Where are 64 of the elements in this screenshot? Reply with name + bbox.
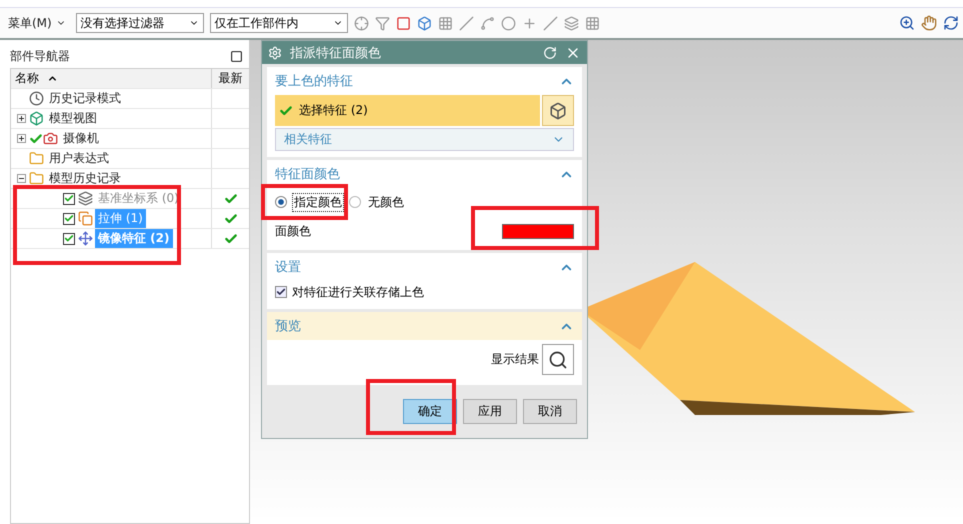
tree-item[interactable]: 用户表达式 [46,149,112,168]
tree-item[interactable]: 摄像机 [60,129,102,148]
folder-icon [29,151,44,166]
show-result-label: 显示结果 [491,351,539,368]
tree-item[interactable]: 模型历史记录 [46,169,124,188]
checkbox-label: 对特征进行关联存储上色 [292,284,424,300]
feature-select-button[interactable] [542,95,574,126]
toolbar-icon[interactable] [564,16,579,30]
plus-box-icon[interactable] [17,134,26,143]
minus-box-icon[interactable] [17,174,26,183]
camera-icon [43,131,58,146]
dialog-button[interactable]: 应用 [463,399,517,424]
dialog-title: 指派特征面颜色 [290,44,382,62]
cube-icon [549,102,567,120]
toolbar-icon[interactable] [584,16,600,30]
section-title: 设置 [275,259,301,276]
settings-icon[interactable] [268,46,282,60]
toolbar-icon[interactable] [354,16,369,30]
related-features-toggle[interactable]: 相关特征 [275,128,574,151]
radio-button[interactable] [275,196,287,208]
selection-bar[interactable]: 选择特征 (2) [275,95,540,126]
tree-item[interactable]: 历史记录模式 [46,89,124,108]
toolbar-icon[interactable] [500,16,516,30]
folder-icon [29,171,44,186]
checkbox[interactable] [63,192,75,204]
hand-icon[interactable] [921,15,937,31]
filter-dropdown[interactable]: 仅在工作部件内 [210,13,348,33]
reset-icon[interactable] [543,46,557,60]
check-icon [279,104,293,118]
color-swatch[interactable] [502,224,574,238]
toolbar-icon[interactable] [438,16,453,30]
maximize-icon[interactable] [230,50,243,62]
toolbar-icon[interactable] [480,16,495,30]
section-title: 特征面颜色 [275,166,340,183]
toolbar-icon[interactable] [542,16,558,30]
dialog-button[interactable]: 取消 [523,399,577,424]
radio-button[interactable] [349,196,361,208]
selection-label: 选择特征 (2) [299,102,368,119]
plus-box-icon[interactable] [17,114,26,123]
toolbar-icon[interactable] [522,16,537,30]
face-color-label: 面颜色 [275,222,311,240]
toolbar-icon[interactable] [396,16,411,30]
checkbox[interactable] [275,286,287,298]
radio-label[interactable]: 无颜色 [366,192,406,212]
dialog-button[interactable]: 确定 [403,399,457,424]
zoom-icon[interactable] [899,15,915,31]
column-header[interactable]: 最新 [211,69,249,88]
toolbar-icon[interactable] [458,16,474,30]
radio-label[interactable]: 指定颜色 [292,192,344,212]
checkbox[interactable] [63,212,75,224]
tree-item[interactable]: 模型视图 [46,109,100,128]
section-title: 预览 [275,318,301,335]
panel-title: 部件导航器 [10,48,70,64]
clock-icon [29,91,44,106]
search-icon [548,350,568,370]
toolbar-icon[interactable] [416,16,432,30]
menu-button[interactable]: 菜单(M) [4,12,70,34]
section-title: 要上色的特征 [275,73,353,90]
toolbar-icon[interactable] [374,16,390,30]
column-header[interactable]: 名称 [11,69,211,88]
checkbox[interactable] [63,232,75,244]
filter-dropdown[interactable]: 没有选择过滤器 [76,13,204,33]
show-result-button[interactable] [542,344,574,375]
rotate-icon[interactable] [943,15,959,31]
